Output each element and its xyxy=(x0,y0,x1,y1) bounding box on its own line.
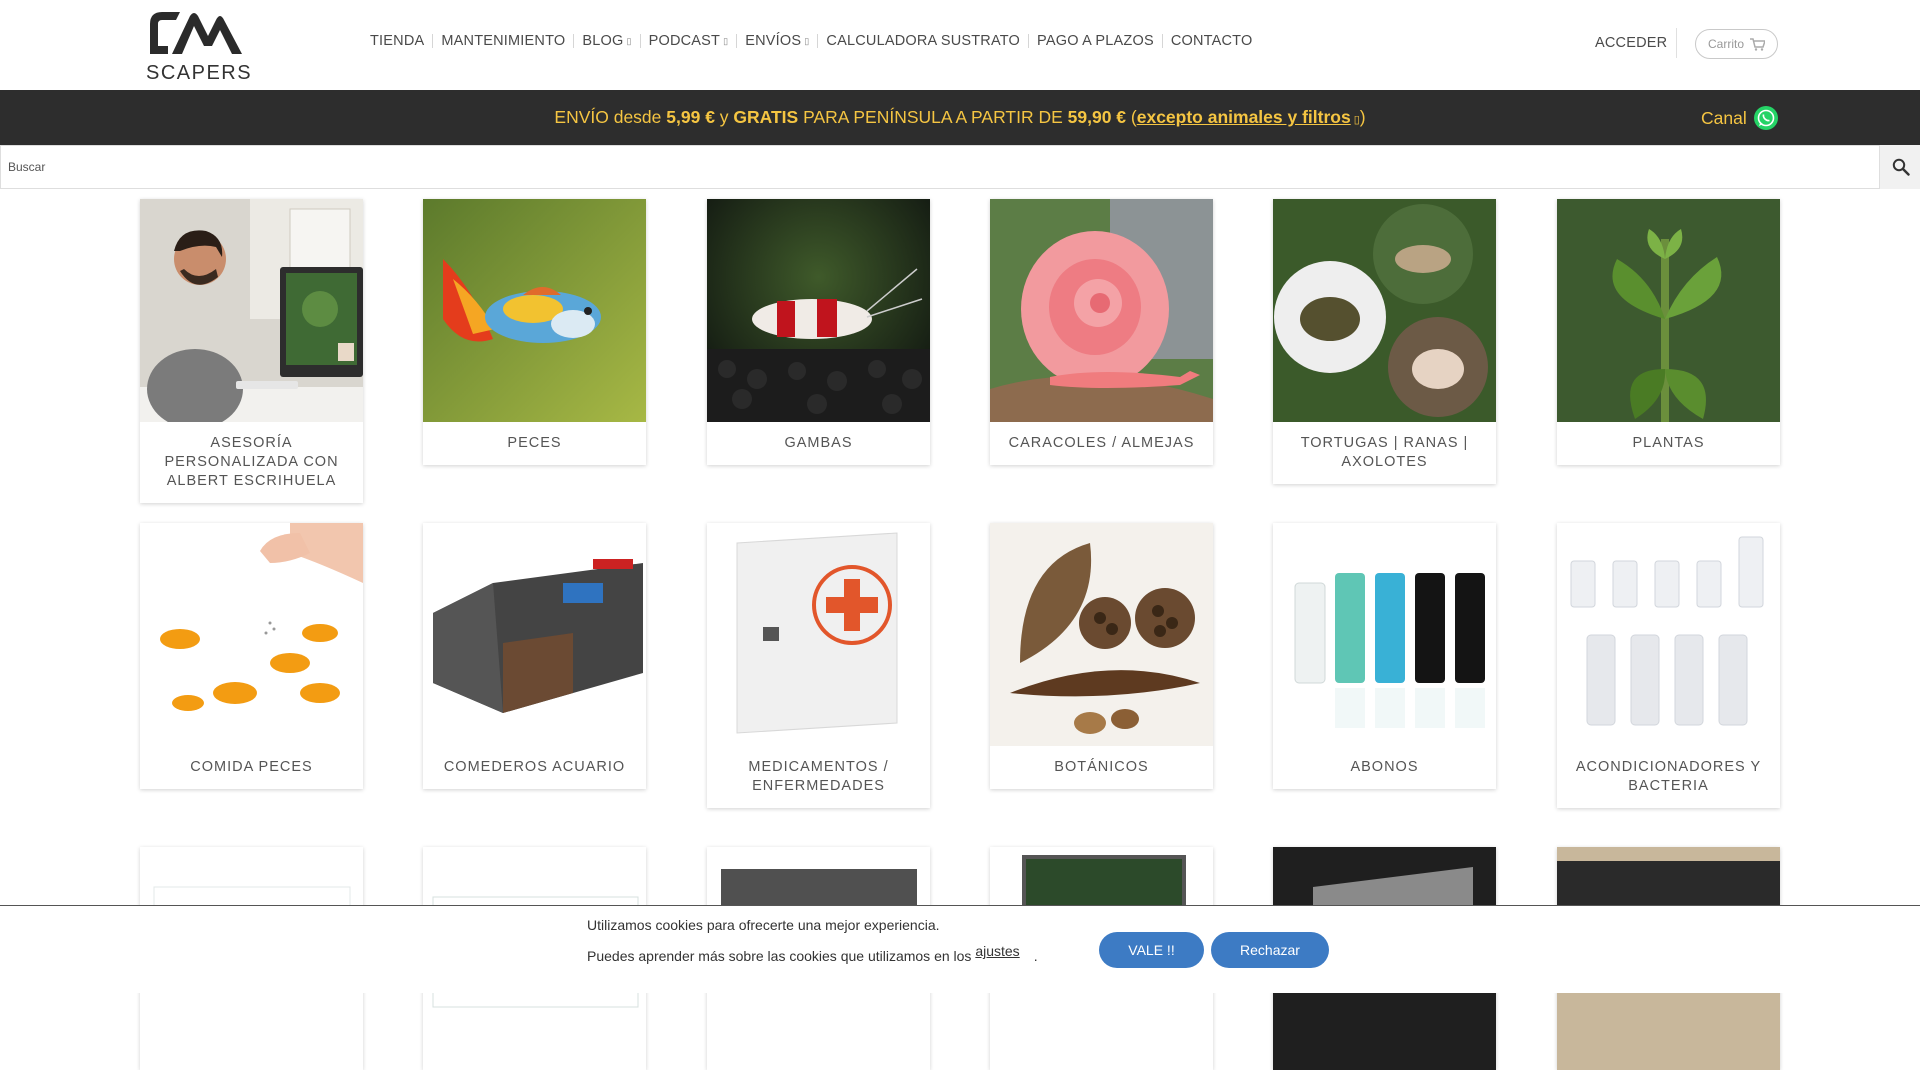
category-card-acondicionadores[interactable]: ACONDICIONADORES Y BACTERIA xyxy=(1557,523,1780,808)
cart-label: Carrito xyxy=(1707,37,1744,51)
cookie-text-end: . xyxy=(1033,948,1038,964)
category-image xyxy=(1557,199,1780,422)
exceptions-link[interactable]: excepto animales y filtros xyxy=(1137,107,1351,127)
category-card-medicamentos[interactable]: MEDICAMENTOS / ENFERMEDADES xyxy=(707,523,930,808)
category-card-peces[interactable]: PECES xyxy=(423,199,646,465)
free-threshold-price: 59,90 € xyxy=(1067,107,1127,127)
category-label: CARACOLES / ALMEJAS xyxy=(1008,435,1195,451)
category-card-caracoles[interactable]: CARACOLES / ALMEJAS xyxy=(990,199,1213,465)
category-image xyxy=(990,199,1213,422)
category-label: ABONOS xyxy=(1350,759,1419,775)
whatsapp-channel-link[interactable]: Canal xyxy=(1701,105,1779,131)
main-nav: TIENDA MANTENIMIENTO BLOG ▯ PODCAST ▯ ENVÍ… xyxy=(362,33,1260,49)
category-image xyxy=(1557,523,1780,746)
canal-label: Canal xyxy=(1701,107,1747,128)
search-button[interactable] xyxy=(1879,145,1920,189)
chevron-down-icon: ▯ xyxy=(626,35,632,46)
nav-item-mantenimiento[interactable]: MANTENIMIENTO xyxy=(433,33,573,49)
category-card-asesoria[interactable]: ASESORÍA PERSONALIZADA CON ALBERT ESCRIH… xyxy=(140,199,363,503)
shipping-banner: ENVÍO desde 5,99 € y GRATIS PARA PENÍNSU… xyxy=(0,90,1920,145)
nav-label: PODCAST xyxy=(648,33,721,49)
nav-item-pago-plazos[interactable]: PAGO A PLAZOS xyxy=(1029,33,1162,49)
category-image xyxy=(423,199,646,422)
category-card-comida-peces[interactable]: COMIDA PECES xyxy=(140,523,363,789)
category-image xyxy=(707,523,930,746)
login-link[interactable]: ACCEDER xyxy=(1595,35,1667,51)
category-card-gambas[interactable]: GAMBAS xyxy=(707,199,930,465)
banner-text-part: ) xyxy=(1359,107,1366,127)
banner-text-part: ENVÍO desde xyxy=(554,107,667,127)
accept-cookies-button[interactable]: VALE !! xyxy=(1099,932,1204,968)
cookie-settings-link[interactable]: ajustes xyxy=(975,943,1019,959)
free-label: GRATIS xyxy=(733,107,799,127)
banner-text-part: y xyxy=(714,107,734,127)
shipping-price: 5,99 € xyxy=(666,107,715,127)
category-label: PLANTAS xyxy=(1632,435,1705,451)
cart-button[interactable]: Carrito xyxy=(1695,29,1778,59)
site-header: SCAPERS TIENDA MANTENIMIENTO BLOG ▯ PODCA… xyxy=(0,0,1920,90)
reject-cookies-button[interactable]: Rechazar xyxy=(1211,932,1329,968)
category-image xyxy=(990,523,1213,746)
category-label: COMIDA PECES xyxy=(190,759,313,775)
category-image xyxy=(1273,199,1496,422)
header-divider xyxy=(1676,28,1677,58)
logo[interactable]: SCAPERS xyxy=(146,6,253,86)
category-image xyxy=(707,199,930,422)
nav-item-calculadora[interactable]: CALCULADORA SUSTRATO xyxy=(818,33,1028,49)
category-card-plantas[interactable]: PLANTAS xyxy=(1557,199,1780,465)
cookie-message: Utilizamos cookies para ofrecerte una me… xyxy=(587,917,940,933)
search-bar xyxy=(0,145,1920,189)
nav-item-envios[interactable]: ENVÍOS ▯ xyxy=(737,33,817,49)
logo-mark-icon xyxy=(150,12,242,54)
category-label: BOTÁNICOS xyxy=(1054,759,1149,775)
logo-text: SCAPERS xyxy=(146,62,253,84)
cookie-settings-message: Puedes aprender más sobre las cookies qu… xyxy=(587,943,1038,964)
whatsapp-icon xyxy=(1753,106,1778,130)
category-label: COMEDEROS ACUARIO xyxy=(443,759,626,775)
chevron-down-icon: ▯ xyxy=(804,35,810,46)
nav-label: ENVÍOS xyxy=(745,33,802,49)
cookie-bar: Utilizamos cookies para ofrecerte una me… xyxy=(0,905,1920,993)
nav-item-podcast[interactable]: PODCAST ▯ xyxy=(641,33,737,49)
banner-text-part: PARA PENÍNSULA A PARTIR DE xyxy=(798,107,1068,127)
category-card-botanicos[interactable]: BOTÁNICOS xyxy=(990,523,1213,789)
search-icon xyxy=(1892,158,1910,176)
category-image xyxy=(1273,523,1496,746)
nav-label: CONTACTO xyxy=(1170,33,1253,49)
category-image xyxy=(140,523,363,746)
category-image xyxy=(140,199,363,422)
category-label: ASESORÍA PERSONALIZADA CON ALBERT ESCRIH… xyxy=(164,435,339,489)
category-label: MEDICAMENTOS / ENFERMEDADES xyxy=(748,759,889,794)
category-card-tortugas[interactable]: TORTUGAS | RANAS | AXOLOTES xyxy=(1273,199,1496,484)
shipping-banner-text: ENVÍO desde 5,99 € y GRATIS PARA PENÍNSU… xyxy=(0,107,1920,128)
nav-label: CALCULADORA SUSTRATO xyxy=(826,33,1021,49)
chevron-down-icon: ▯ xyxy=(723,35,729,46)
search-input[interactable] xyxy=(1,146,1879,188)
nav-item-tienda[interactable]: TIENDA xyxy=(362,33,432,49)
nav-label: PAGO A PLAZOS xyxy=(1037,33,1154,49)
cookie-text: Puedes aprender más sobre las cookies qu… xyxy=(587,948,976,964)
category-label: TORTUGAS | RANAS | AXOLOTES xyxy=(1300,435,1469,470)
nav-item-blog[interactable]: BLOG ▯ xyxy=(574,33,639,49)
category-label: ACONDICIONADORES Y BACTERIA xyxy=(1575,759,1762,794)
category-image xyxy=(423,523,646,746)
cart-icon xyxy=(1750,37,1765,51)
nav-label: TIENDA xyxy=(370,33,425,49)
nav-item-contacto[interactable]: CONTACTO xyxy=(1163,33,1261,49)
nav-label: BLOG xyxy=(582,33,624,49)
category-label: PECES xyxy=(507,435,562,451)
nav-label: MANTENIMIENTO xyxy=(441,33,566,49)
category-card-abonos[interactable]: ABONOS xyxy=(1273,523,1496,789)
banner-text-part: ( xyxy=(1126,107,1137,127)
category-card-comederos[interactable]: COMEDEROS ACUARIO xyxy=(423,523,646,789)
category-label: GAMBAS xyxy=(784,435,853,451)
